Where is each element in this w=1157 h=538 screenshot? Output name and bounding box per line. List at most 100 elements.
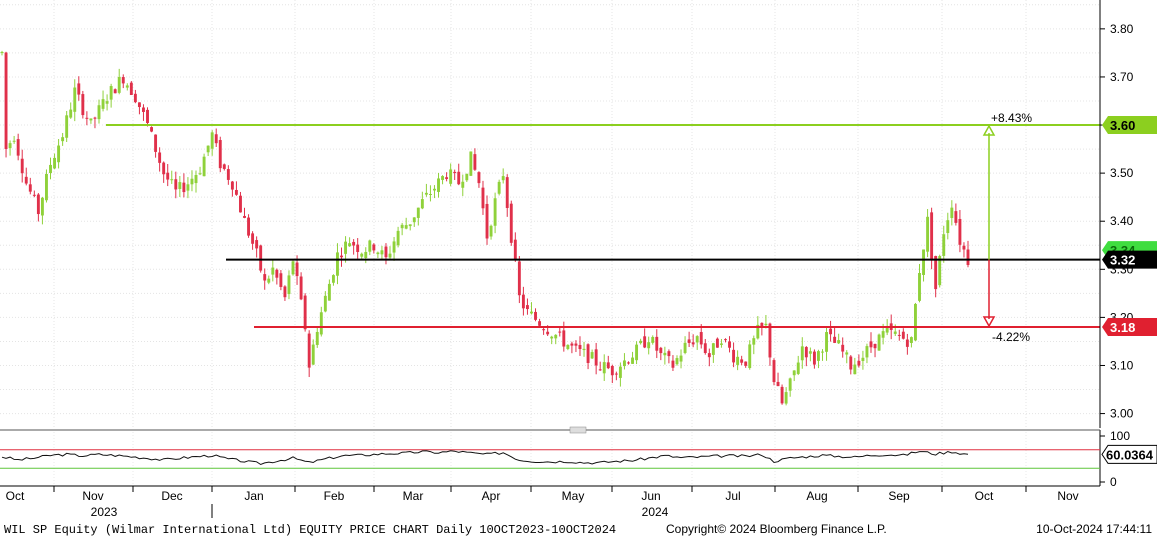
candle-body xyxy=(800,346,804,361)
candle-body xyxy=(881,331,885,338)
candle-body xyxy=(0,52,4,54)
candle-body xyxy=(719,343,723,345)
candle-body xyxy=(461,181,465,188)
candle-body xyxy=(841,344,845,352)
candle-body xyxy=(453,171,457,174)
candle-body xyxy=(352,241,356,246)
candle-body xyxy=(89,118,93,121)
candle-body xyxy=(210,132,214,149)
candle-body xyxy=(182,182,186,193)
candle-body xyxy=(614,373,618,375)
candle-body xyxy=(28,184,32,192)
candle-body xyxy=(287,275,291,295)
candle-body xyxy=(307,333,311,368)
candle-body xyxy=(663,352,667,356)
candle-body xyxy=(934,255,938,290)
candle-body xyxy=(303,295,307,330)
candle-body xyxy=(45,173,48,201)
candle-body xyxy=(534,311,537,320)
footer-title: WIL SP Equity (Wilmar International Ltd)… xyxy=(4,523,616,537)
candle-body xyxy=(812,351,816,365)
candle-body xyxy=(647,342,651,349)
candle-body xyxy=(489,225,493,237)
candle-body xyxy=(32,194,36,196)
candle-body xyxy=(356,244,360,253)
candle-body xyxy=(142,107,145,112)
candle-body xyxy=(384,246,388,258)
candle-body xyxy=(271,267,275,275)
candle-body xyxy=(837,340,841,344)
price-chart: +8.43% -4.22% 100 0 60.0364 3.80 3.70 3.60 3.5… xyxy=(0,0,1157,537)
x-month-label: Jul xyxy=(725,489,740,503)
candle-body xyxy=(768,323,772,358)
candle-body xyxy=(849,356,853,370)
candle-body xyxy=(327,283,331,301)
candle-body xyxy=(133,93,137,103)
candle-body xyxy=(530,311,533,314)
candle-body xyxy=(582,348,586,351)
candle-body xyxy=(901,331,905,339)
candle-body xyxy=(243,215,246,218)
candle-body xyxy=(744,361,748,366)
candle-body xyxy=(643,336,647,348)
candle-body xyxy=(323,295,327,312)
candle-body xyxy=(627,362,630,364)
candle-body xyxy=(796,362,800,374)
x-month-label: Aug xyxy=(806,489,827,503)
level-lines: +8.43% -4.22% xyxy=(106,111,1100,344)
candle-body xyxy=(521,294,525,309)
candle-body xyxy=(412,217,416,223)
candle-body xyxy=(667,351,671,357)
y-tick-label: 3.50 xyxy=(1110,166,1134,180)
candle-body xyxy=(93,117,97,119)
candle-body xyxy=(251,233,255,244)
candle-body xyxy=(97,105,101,120)
candle-body xyxy=(263,274,267,281)
candle-body xyxy=(574,343,578,346)
candle-body xyxy=(137,102,141,108)
candle-body xyxy=(178,182,182,190)
candle-body xyxy=(853,364,857,375)
candle-body xyxy=(687,339,691,343)
candle-body xyxy=(728,341,731,348)
candle-body xyxy=(610,365,614,376)
candle-body xyxy=(715,338,719,348)
candle-body xyxy=(449,169,453,184)
candle-body xyxy=(194,175,198,184)
candle-body xyxy=(437,178,440,192)
candle-body xyxy=(808,351,812,354)
x-month-label: Mar xyxy=(403,489,424,503)
candle-body xyxy=(113,89,117,94)
candle-body xyxy=(275,269,279,278)
candle-body xyxy=(465,173,469,181)
candle-body xyxy=(707,353,711,358)
candle-body xyxy=(170,179,174,181)
candle-body xyxy=(255,240,259,249)
candle-body xyxy=(542,329,546,331)
candle-body xyxy=(174,179,178,190)
candle-body xyxy=(845,352,849,355)
candle-body xyxy=(792,370,796,376)
candle-body xyxy=(404,225,408,229)
candle-body xyxy=(154,134,158,152)
candle-body xyxy=(400,224,404,229)
candle-body xyxy=(857,360,861,366)
candle-body xyxy=(679,355,683,362)
x-month-label: Nov xyxy=(1057,489,1078,503)
candle-body xyxy=(311,344,315,365)
rsi-panel: 100 0 60.0364 xyxy=(0,429,1157,489)
candle-body xyxy=(222,164,226,169)
pane-resize-handle[interactable] xyxy=(569,426,587,434)
candle-body xyxy=(554,334,558,339)
candle-body xyxy=(538,321,542,326)
candle-body xyxy=(922,249,925,275)
candle-body xyxy=(388,253,392,258)
candle-body xyxy=(651,336,655,343)
candle-body xyxy=(247,217,251,236)
candle-body xyxy=(416,207,420,218)
candle-body xyxy=(954,211,958,223)
candle-body xyxy=(566,344,570,349)
candle-body xyxy=(501,176,505,181)
candle-body xyxy=(319,312,323,335)
candle-body xyxy=(117,76,121,93)
